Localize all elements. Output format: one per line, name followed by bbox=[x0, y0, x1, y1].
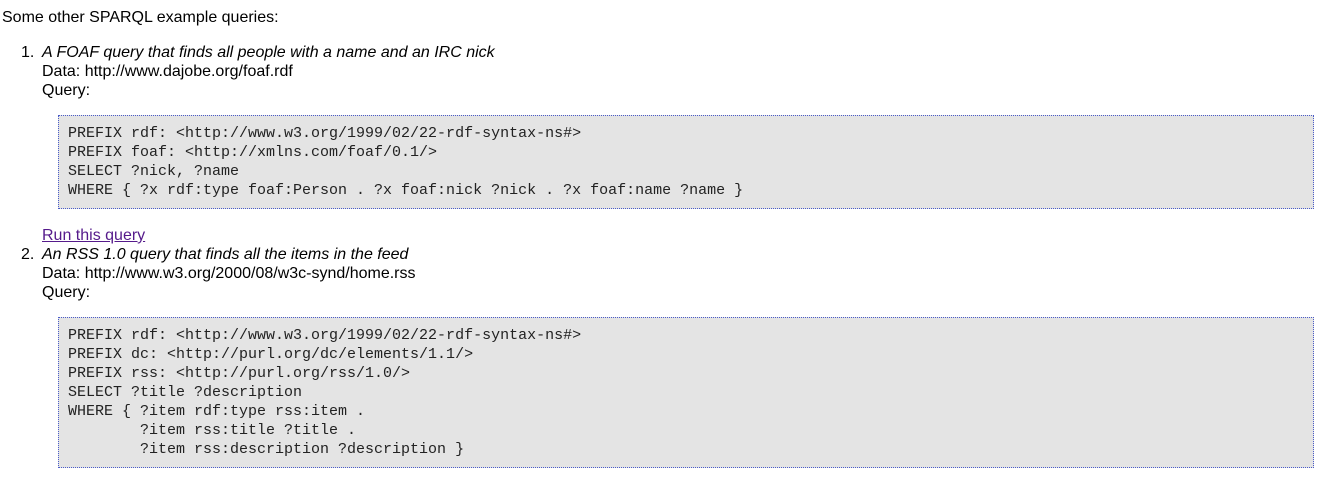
intro-text: Some other SPARQL example queries: bbox=[2, 9, 279, 26]
list-number: 2. bbox=[21, 246, 35, 263]
example-query-label: Query: bbox=[42, 284, 91, 301]
list-number: 1. bbox=[21, 44, 35, 61]
run-query-link[interactable]: Run this query bbox=[42, 226, 145, 245]
example-data-line: Data: http://www.w3.org/2000/08/w3c-synd… bbox=[42, 265, 416, 282]
example-title: A FOAF query that finds all people with … bbox=[42, 44, 495, 61]
example-query-label: Query: bbox=[42, 82, 91, 99]
example-query-code: PREFIX rdf: <http://www.w3.org/1999/02/2… bbox=[58, 115, 1314, 209]
example-title: An RSS 1.0 query that finds all the item… bbox=[42, 246, 409, 263]
example-query-code: PREFIX rdf: <http://www.w3.org/1999/02/2… bbox=[58, 317, 1314, 468]
example-data-line: Data: http://www.dajobe.org/foaf.rdf bbox=[42, 63, 293, 80]
